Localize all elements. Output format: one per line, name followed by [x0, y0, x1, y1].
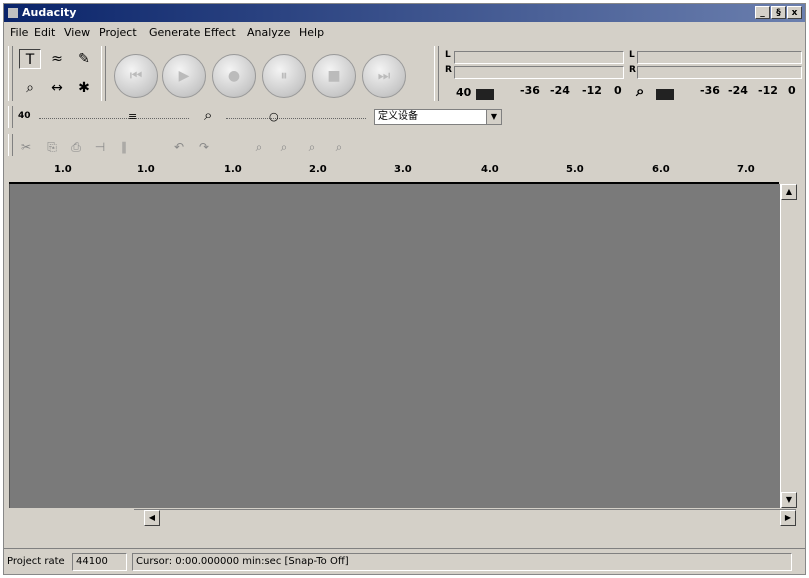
- microphone-icon: ⌕: [204, 106, 213, 124]
- silence-button[interactable]: ∥: [114, 137, 134, 157]
- scroll-up-button[interactable]: ▲: [781, 184, 797, 200]
- output-meter-right: [454, 66, 624, 79]
- meter-left-label: L: [445, 50, 451, 60]
- close-button[interactable]: x: [787, 6, 802, 19]
- toolbar-grip[interactable]: [101, 46, 106, 101]
- redo-button[interactable]: ↷: [194, 137, 214, 157]
- ruler-label: 1.0: [224, 164, 242, 175]
- output-tick: -12: [582, 84, 602, 97]
- audacity-window: Audacity _ § x File Edit View Project Ge…: [3, 3, 806, 575]
- maximize-button[interactable]: §: [771, 6, 786, 19]
- skip-end-button[interactable]: ⏭: [362, 54, 406, 98]
- scroll-right-button[interactable]: ▶: [780, 510, 796, 526]
- toolbar-grip[interactable]: [8, 106, 13, 128]
- output-meter-icon: 40: [456, 86, 472, 99]
- output-meter-left: [454, 51, 624, 64]
- output-tick: -36: [520, 84, 540, 97]
- record-button[interactable]: ●: [212, 54, 256, 98]
- timeshift-tool-button[interactable]: ↔: [46, 78, 68, 98]
- menu-project[interactable]: Project: [99, 26, 137, 39]
- pause-button[interactable]: ⏸: [262, 54, 306, 98]
- fit-project-button[interactable]: ⌕: [329, 137, 349, 157]
- output-meter-menu-button[interactable]: [476, 89, 494, 100]
- menu-help[interactable]: Help: [299, 26, 324, 39]
- timeline-ruler[interactable]: 1.0 1.0 1.0 2.0 3.0 4.0 5.0 6.0 7.0: [9, 162, 779, 184]
- menu-edit[interactable]: Edit: [34, 26, 55, 39]
- menu-view[interactable]: View: [64, 26, 90, 39]
- toolbar-grip[interactable]: [434, 46, 439, 101]
- chevron-down-icon[interactable]: ▼: [486, 110, 501, 124]
- ruler-label: 5.0: [566, 164, 584, 175]
- zoom-tool-button[interactable]: ⌕: [19, 78, 41, 98]
- input-volume-thumb[interactable]: ○: [269, 110, 279, 123]
- output-tick: -24: [550, 84, 570, 97]
- output-volume-thumb[interactable]: ≡: [128, 110, 137, 123]
- meter-right-label: R: [629, 65, 636, 75]
- input-meter-left: [637, 51, 802, 64]
- input-tick: -24: [728, 84, 748, 97]
- menu-generate[interactable]: Generate: [149, 26, 200, 39]
- cut-button[interactable]: ✂: [16, 137, 36, 157]
- input-meter-menu-button[interactable]: [656, 89, 674, 100]
- ruler-label: 1.0: [137, 164, 155, 175]
- draw-tool-button[interactable]: ✎: [73, 49, 95, 69]
- ruler-label: 1.0: [54, 164, 72, 175]
- ruler-label: 4.0: [481, 164, 499, 175]
- selection-tool-button[interactable]: T: [19, 49, 41, 69]
- scroll-down-button[interactable]: ▼: [781, 492, 797, 508]
- zoom-in-button[interactable]: ⌕: [249, 137, 269, 157]
- skip-start-button[interactable]: ⏮: [114, 54, 158, 98]
- vertical-scrollbar[interactable]: ▲ ▼: [780, 184, 797, 508]
- ruler-label: 3.0: [394, 164, 412, 175]
- minimize-button[interactable]: _: [755, 6, 770, 19]
- menu-effect[interactable]: Effect: [204, 26, 236, 39]
- toolbar-grip[interactable]: [8, 46, 13, 101]
- input-device-select[interactable]: 定义设备 ▼: [374, 109, 502, 125]
- menu-file[interactable]: File: [10, 26, 28, 39]
- input-device-value: 定义设备: [378, 111, 418, 122]
- status-bar: Project rate 44100 Cursor: 0:00.000000 m…: [4, 548, 805, 575]
- copy-button[interactable]: ⎘: [42, 137, 62, 157]
- ruler-label: 6.0: [652, 164, 670, 175]
- input-volume-slider[interactable]: [226, 118, 366, 120]
- input-tick: 0: [788, 84, 796, 97]
- output-tick: 0: [614, 84, 622, 97]
- project-rate-label: Project rate: [7, 556, 65, 567]
- paste-button[interactable]: ⎙: [66, 137, 86, 157]
- menu-bar: File Edit View Project Generate Effect A…: [4, 23, 805, 41]
- meter-left-label: L: [629, 50, 635, 60]
- scroll-left-button[interactable]: ◀: [144, 510, 160, 526]
- output-volume-slider[interactable]: [39, 118, 189, 120]
- title-bar: Audacity _ § x: [4, 4, 805, 22]
- undo-button[interactable]: ↶: [169, 137, 189, 157]
- input-meter-right: [637, 66, 802, 79]
- play-button[interactable]: ▶: [162, 54, 206, 98]
- trim-button[interactable]: ⊣: [90, 137, 110, 157]
- cursor-status: Cursor: 0:00.000000 min:sec [Snap-To Off…: [132, 553, 792, 571]
- speaker-icon: 40: [18, 111, 31, 121]
- project-rate-field[interactable]: 44100: [72, 553, 127, 571]
- ruler-label: 2.0: [309, 164, 327, 175]
- menu-analyze[interactable]: Analyze: [247, 26, 290, 39]
- window-title: Audacity: [22, 6, 77, 19]
- multi-tool-button[interactable]: ✱: [73, 78, 95, 98]
- zoom-out-button[interactable]: ⌕: [274, 137, 294, 157]
- meter-right-label: R: [445, 65, 452, 75]
- toolbar-grip[interactable]: [8, 134, 13, 156]
- fit-selection-button[interactable]: ⌕: [302, 137, 322, 157]
- ruler-label: 7.0: [737, 164, 755, 175]
- track-panel[interactable]: [9, 184, 781, 508]
- input-tick: -12: [758, 84, 778, 97]
- horizontal-scrollbar[interactable]: ◀ ▶: [134, 509, 796, 526]
- app-icon: [8, 8, 18, 18]
- stop-button[interactable]: ■: [312, 54, 356, 98]
- envelope-tool-button[interactable]: ≈: [46, 49, 68, 69]
- input-tick: -36: [700, 84, 720, 97]
- microphone-icon: ⌕: [636, 82, 645, 100]
